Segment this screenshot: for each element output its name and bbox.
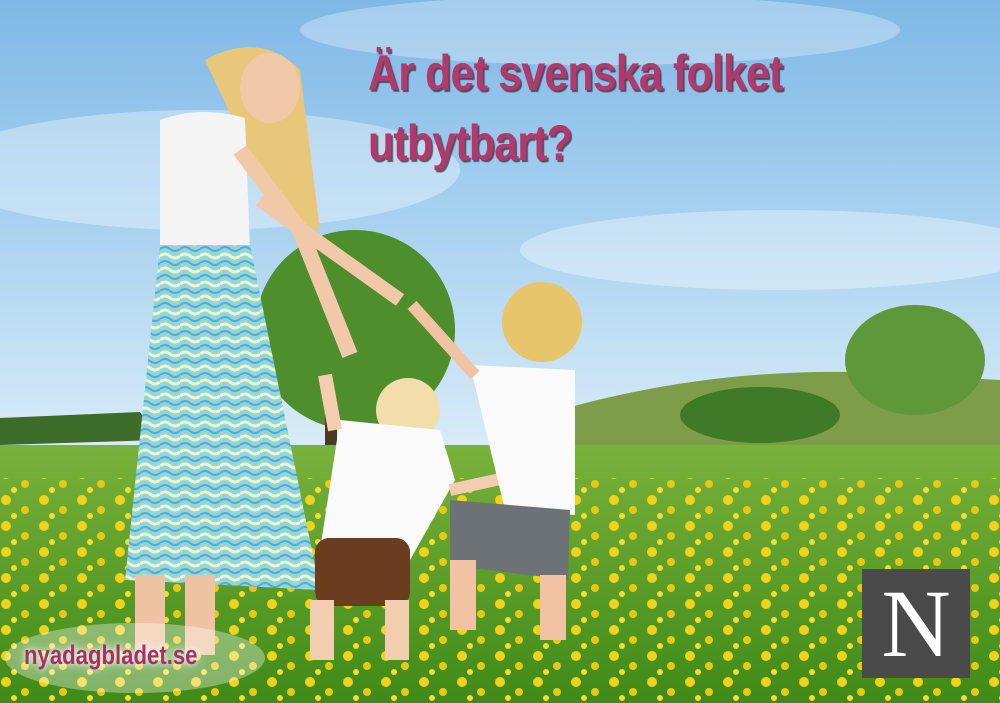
site-url: nyadagbladet.se <box>24 640 198 670</box>
headline-line-1: Är det svenska folket <box>368 45 783 101</box>
logo-letter: N <box>881 569 951 677</box>
headline-line-2: utbytbart? <box>368 115 573 171</box>
headline: Är det svenska folket utbytbart? <box>368 38 783 178</box>
nya-dagbladet-logo: N <box>862 569 970 678</box>
